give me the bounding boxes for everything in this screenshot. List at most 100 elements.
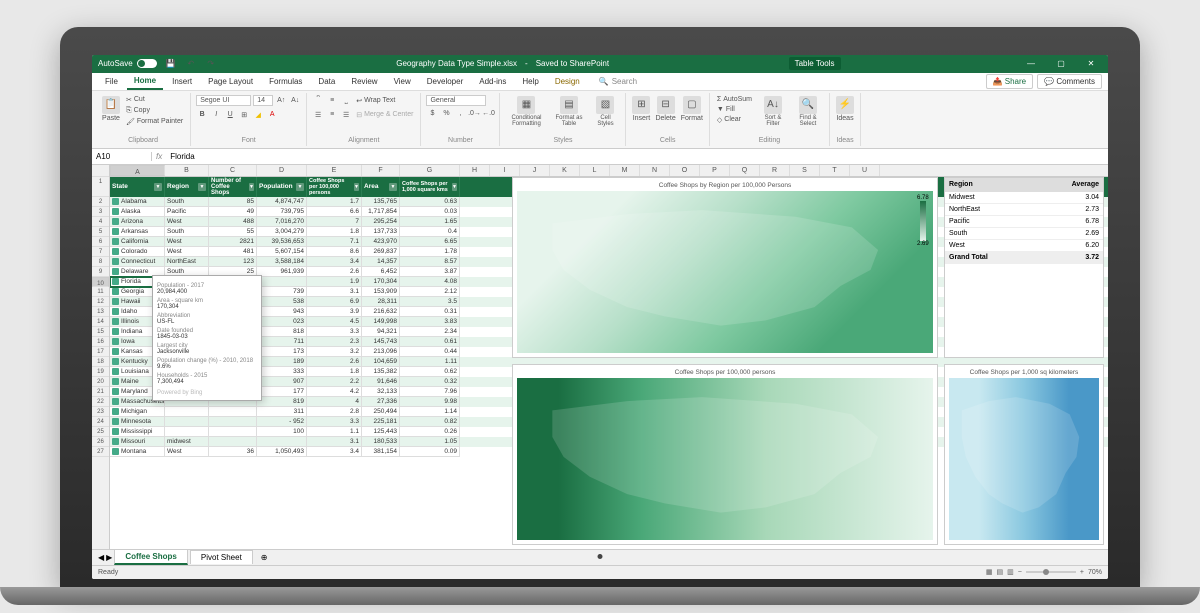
cell[interactable]: California xyxy=(110,237,165,247)
cell[interactable]: 6.9 xyxy=(307,297,362,307)
cell[interactable]: 1.8 xyxy=(307,227,362,237)
cell[interactable]: 3,588,184 xyxy=(257,257,307,267)
pivot-row[interactable]: South2.69 xyxy=(945,228,1103,240)
cell[interactable]: 0.03 xyxy=(400,207,460,217)
ideas-button[interactable]: ⚡Ideas xyxy=(835,95,855,123)
cell[interactable]: 4,874,747 xyxy=(257,197,307,207)
cell[interactable]: NorthEast xyxy=(165,257,209,267)
col-header[interactable]: H xyxy=(460,165,490,176)
row-header[interactable]: 4 xyxy=(92,217,109,227)
pivot-row[interactable]: NorthEast2.73 xyxy=(945,204,1103,216)
row-header[interactable]: 21 xyxy=(92,387,109,397)
cell[interactable]: 39,536,653 xyxy=(257,237,307,247)
currency-icon[interactable]: $ xyxy=(426,108,438,120)
tab-data[interactable]: Data xyxy=(311,74,342,89)
merge-center-button[interactable]: ⊟ Merge & Center xyxy=(354,110,415,120)
clear-button[interactable]: ◇ Clear xyxy=(715,115,754,125)
cell[interactable]: 2.2 xyxy=(307,377,362,387)
cell[interactable]: 3.2 xyxy=(307,347,362,357)
cell[interactable] xyxy=(165,417,209,427)
cell[interactable]: 173 xyxy=(257,347,307,357)
cell[interactable]: Pacific xyxy=(165,207,209,217)
fill-button[interactable]: ▼ Fill xyxy=(715,105,754,114)
autosave-toggle[interactable]: AutoSave xyxy=(98,59,157,68)
view-break-icon[interactable]: ▥ xyxy=(1007,568,1014,576)
row-header[interactable]: 9 xyxy=(92,267,109,277)
cell[interactable]: midwest xyxy=(165,437,209,447)
cell[interactable]: 4.2 xyxy=(307,387,362,397)
cell[interactable]: 7.1 xyxy=(307,237,362,247)
cell[interactable]: Alabama xyxy=(110,197,165,207)
cell[interactable]: 0.26 xyxy=(400,427,460,437)
format-painter-button[interactable]: 🖌 Format Painter xyxy=(124,117,185,127)
number-format-select[interactable]: General xyxy=(426,95,486,106)
cell[interactable] xyxy=(257,277,307,287)
cell[interactable]: Minnesota xyxy=(110,417,165,427)
row-header[interactable]: 13 xyxy=(92,307,109,317)
col-header[interactable]: S xyxy=(790,165,820,176)
cell[interactable]: 739,795 xyxy=(257,207,307,217)
table-tools-tab[interactable]: Table Tools xyxy=(789,57,841,70)
row-header[interactable]: 3 xyxy=(92,207,109,217)
nav-next-icon[interactable]: ▶ xyxy=(106,553,112,562)
cell[interactable] xyxy=(165,427,209,437)
cell[interactable]: 4.08 xyxy=(400,277,460,287)
row-header[interactable]: 12 xyxy=(92,297,109,307)
cell[interactable]: 135,382 xyxy=(362,367,400,377)
maximize-icon[interactable]: ▢ xyxy=(1050,59,1072,68)
row-header[interactable]: 11 xyxy=(92,287,109,297)
fx-icon[interactable]: fx xyxy=(152,152,166,161)
col-header[interactable]: T xyxy=(820,165,850,176)
cell[interactable]: West xyxy=(165,447,209,457)
row-header[interactable]: 23 xyxy=(92,407,109,417)
tab-file[interactable]: File xyxy=(98,74,125,89)
tab-formulas[interactable]: Formulas xyxy=(262,74,309,89)
cell[interactable]: - 952 xyxy=(257,417,307,427)
font-color-icon[interactable]: A xyxy=(266,109,278,121)
cell[interactable]: 2821 xyxy=(209,237,257,247)
cell[interactable]: 177 xyxy=(257,387,307,397)
zoom-level[interactable]: 70% xyxy=(1088,569,1102,576)
pivot-header[interactable]: Average xyxy=(1024,178,1103,192)
cell[interactable]: 423,970 xyxy=(362,237,400,247)
cell[interactable]: 2.34 xyxy=(400,327,460,337)
row-header[interactable]: 16 xyxy=(92,337,109,347)
cell[interactable]: 2.8 xyxy=(307,407,362,417)
cell[interactable]: 6.65 xyxy=(400,237,460,247)
cell[interactable]: 6,452 xyxy=(362,267,400,277)
cell[interactable]: 5,607,154 xyxy=(257,247,307,257)
col-header[interactable]: M xyxy=(610,165,640,176)
col-header[interactable]: N xyxy=(640,165,670,176)
pivot-row[interactable]: West6.20 xyxy=(945,240,1103,252)
cell[interactable]: 0.44 xyxy=(400,347,460,357)
cell[interactable]: 91,646 xyxy=(362,377,400,387)
header-region[interactable]: Region▼ xyxy=(165,177,209,197)
cell[interactable] xyxy=(209,407,257,417)
row-header[interactable]: 6 xyxy=(92,237,109,247)
cell[interactable]: 100 xyxy=(257,427,307,437)
col-header[interactable]: P xyxy=(700,165,730,176)
col-header[interactable]: A xyxy=(110,165,165,176)
chart-per1000km-map[interactable]: Coffee Shops per 1,000 sq kilometers xyxy=(944,364,1104,545)
formula-input[interactable]: Florida xyxy=(166,152,198,161)
paste-button[interactable]: 📋Paste xyxy=(101,95,121,123)
cell[interactable]: 32,133 xyxy=(362,387,400,397)
cell[interactable]: West xyxy=(165,237,209,247)
cell[interactable]: 3.9 xyxy=(307,307,362,317)
cell[interactable]: 488 xyxy=(209,217,257,227)
cell[interactable]: 1,717,854 xyxy=(362,207,400,217)
row-header[interactable]: 18 xyxy=(92,357,109,367)
cell[interactable]: 0.61 xyxy=(400,337,460,347)
tab-addins[interactable]: Add-ins xyxy=(472,74,513,89)
nav-prev-icon[interactable]: ◀ xyxy=(98,553,104,562)
cell[interactable]: 311 xyxy=(257,407,307,417)
chart-region-map[interactable]: Coffee Shops by Region per 100,000 Perso… xyxy=(512,177,938,358)
cell[interactable]: 481 xyxy=(209,247,257,257)
pivot-row[interactable]: Midwest3.04 xyxy=(945,192,1103,204)
col-header[interactable]: D xyxy=(257,165,307,176)
cell[interactable]: 123 xyxy=(209,257,257,267)
cell[interactable]: 711 xyxy=(257,337,307,347)
cell[interactable] xyxy=(257,437,307,447)
cell[interactable]: 1.11 xyxy=(400,357,460,367)
minimize-icon[interactable]: — xyxy=(1020,59,1042,68)
